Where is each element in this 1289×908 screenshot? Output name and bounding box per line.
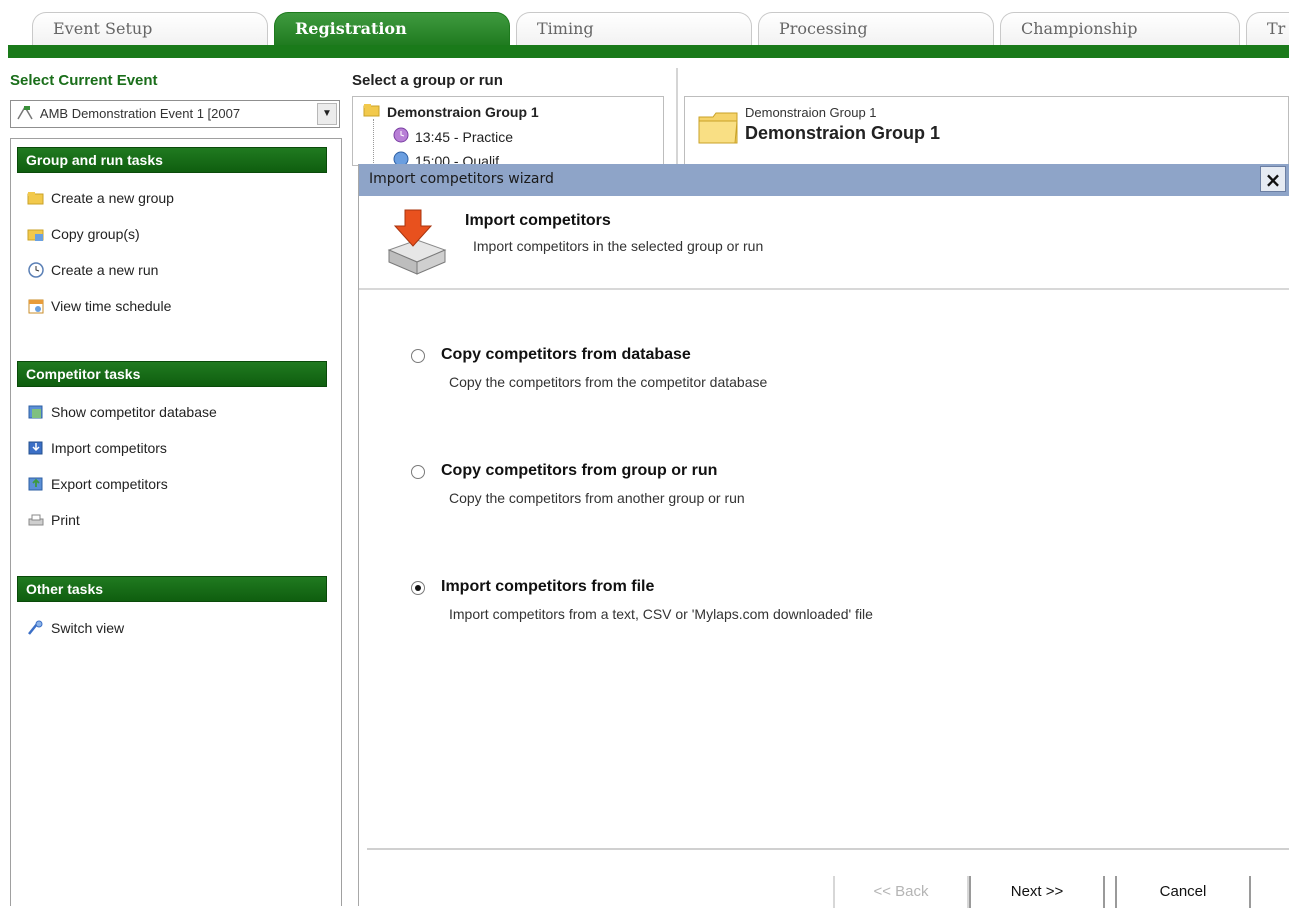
wizard-title-bar: Import competitors wizard ×: [359, 164, 1289, 196]
tab-processing[interactable]: Processing: [758, 12, 994, 48]
radio-copy-from-group[interactable]: [411, 465, 425, 479]
printer-icon: [27, 512, 45, 528]
switch-view-link[interactable]: Switch view: [27, 615, 124, 641]
wizard-header: Import competitors Import competitors in…: [359, 196, 1289, 288]
competitor-tasks-header: Competitor tasks: [17, 361, 327, 387]
import-competitors-link[interactable]: Import competitors: [27, 435, 167, 461]
select-event-title: Select Current Event: [10, 72, 158, 89]
panel-divider: [676, 68, 678, 168]
wizard-subheading: Import competitors in the selected group…: [473, 238, 764, 254]
back-button[interactable]: << Back: [833, 876, 969, 908]
new-folder-icon: [27, 190, 45, 206]
wizard-title: Import competitors wizard: [369, 171, 554, 187]
stopwatch-icon: [393, 127, 409, 146]
next-button[interactable]: Next >>: [969, 876, 1105, 908]
tree-connector: [373, 119, 374, 165]
task-panel: Group and run tasks Create a new group C…: [10, 138, 342, 906]
large-folder-icon: [697, 105, 739, 147]
create-run-label: Create a new run: [51, 262, 159, 278]
copy-folder-icon: [27, 226, 45, 242]
radio-copy-from-database[interactable]: [411, 349, 425, 363]
footer-separator: [367, 848, 1289, 850]
view-schedule-link[interactable]: View time schedule: [27, 293, 171, 319]
other-tasks-header: Other tasks: [17, 576, 327, 602]
tree-group-label: Demonstraion Group 1: [387, 103, 539, 120]
switch-view-icon: [27, 620, 45, 636]
event-icon: [17, 105, 33, 120]
import-wizard-dialog: Import competitors wizard × Import compe…: [358, 164, 1289, 908]
switch-view-label: Switch view: [51, 620, 125, 636]
option-title: Copy competitors from database: [441, 346, 691, 363]
option-description: Copy the competitors from another group …: [449, 490, 745, 506]
group-header: Demonstraion Group 1 Demonstraion Group …: [684, 96, 1289, 166]
main-tab-bar: Event Setup Registration Timing Processi…: [0, 0, 1289, 60]
chevron-down-icon[interactable]: ▼: [317, 103, 337, 125]
create-group-label: Create a new group: [51, 190, 174, 206]
event-select[interactable]: AMB Demonstration Event 1 [2007 ▼: [10, 100, 340, 128]
print-link[interactable]: Print: [27, 507, 80, 533]
tree-group-node[interactable]: Demonstraion Group 1: [363, 103, 539, 120]
wizard-heading: Import competitors: [465, 212, 611, 229]
close-icon[interactable]: ×: [1260, 166, 1286, 192]
group-header-large: Demonstraion Group 1: [745, 123, 941, 143]
tree-run-label: 13:45 - Practice: [415, 128, 514, 145]
copy-group-label: Copy group(s): [51, 226, 140, 242]
import-box-icon: [383, 206, 449, 276]
tab-timing[interactable]: Timing: [516, 12, 752, 48]
tab-championship[interactable]: Championship: [1000, 12, 1240, 48]
create-group-link[interactable]: Create a new group: [27, 185, 174, 211]
export-competitors-link[interactable]: Export competitors: [27, 471, 168, 497]
tab-strip: [8, 45, 1289, 58]
group-header-small: Demonstraion Group 1: [745, 105, 877, 120]
import-icon: [27, 440, 45, 456]
tab-event-setup[interactable]: Event Setup: [32, 12, 268, 48]
radio-import-from-file[interactable]: [411, 581, 425, 595]
tree-title: Select a group or run: [352, 72, 503, 89]
tab-tr[interactable]: Tr: [1246, 12, 1289, 48]
cancel-button[interactable]: Cancel: [1115, 876, 1251, 908]
view-schedule-label: View time schedule: [51, 298, 172, 314]
event-select-value: AMB Demonstration Event 1 [2007: [39, 106, 241, 121]
copy-group-link[interactable]: Copy group(s): [27, 221, 140, 247]
print-label: Print: [51, 512, 80, 528]
create-run-link[interactable]: Create a new run: [27, 257, 158, 283]
export-icon: [27, 476, 45, 492]
show-database-label: Show competitor database: [51, 404, 217, 420]
import-competitors-label: Import competitors: [51, 440, 167, 456]
folder-icon: [363, 103, 381, 120]
export-competitors-label: Export competitors: [51, 476, 168, 492]
calendar-icon: [27, 298, 45, 314]
option-title: Import competitors from file: [441, 578, 655, 595]
option-title: Copy competitors from group or run: [441, 462, 718, 479]
database-icon: [27, 404, 45, 420]
option-description: Copy the competitors from the competitor…: [449, 374, 768, 390]
option-description: Import competitors from a text, CSV or '…: [449, 606, 873, 622]
clock-icon: [27, 262, 45, 278]
show-database-link[interactable]: Show competitor database: [27, 399, 217, 425]
group-run-tree: Demonstraion Group 1 13:45 - Practice 15…: [352, 96, 664, 166]
group-tasks-header: Group and run tasks: [17, 147, 327, 173]
wizard-body: Copy competitors from database Copy the …: [359, 290, 1289, 850]
tree-run-node[interactable]: 13:45 - Practice: [393, 127, 513, 146]
